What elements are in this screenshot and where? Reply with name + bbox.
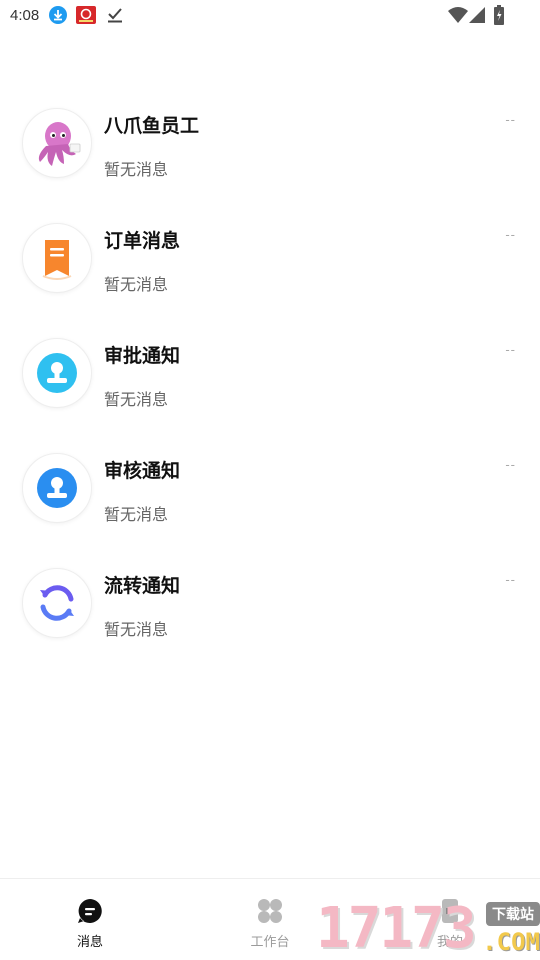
message-preview: 暂无消息 (104, 507, 169, 524)
octopus-avatar (22, 108, 92, 178)
order-receipt-icon (22, 223, 92, 293)
message-item-review[interactable]: 审核通知 暂无消息 -- (0, 431, 540, 546)
approval-stamp-icon (22, 338, 92, 408)
review-stamp-icon (22, 453, 92, 523)
message-item-transfer[interactable]: 流转通知 暂无消息 -- (0, 546, 540, 661)
message-item-octopus-staff[interactable]: 八爪鱼员工 暂无消息 -- (0, 86, 540, 201)
message-title: 八爪鱼员工 (104, 116, 200, 137)
tab-messages[interactable]: 消息 (0, 879, 180, 960)
wifi-icon (448, 6, 468, 24)
message-time: -- (505, 572, 516, 587)
tab-label: 消息 (76, 934, 103, 949)
message-title: 订单消息 (104, 231, 181, 252)
message-item-approval[interactable]: 审批通知 暂无消息 -- (0, 316, 540, 431)
workbench-grid-icon (256, 897, 284, 925)
download-icon (49, 6, 67, 24)
message-title: 流转通知 (104, 576, 181, 597)
message-preview: 暂无消息 (104, 277, 169, 294)
message-time: -- (505, 227, 516, 242)
tab-profile[interactable]: 我的 (360, 879, 540, 960)
message-title: 审核通知 (104, 461, 181, 482)
message-title: 审批通知 (104, 346, 181, 367)
transfer-cycle-icon (22, 568, 92, 638)
message-bubble-icon (76, 897, 104, 925)
tab-label: 我的 (436, 934, 463, 949)
profile-icon (436, 897, 464, 925)
status-bar: 4:08 (0, 0, 540, 32)
message-preview: 暂无消息 (104, 392, 169, 409)
check-download-icon (106, 6, 124, 24)
message-list: 八爪鱼员工 暂无消息 -- 订单消息 暂无消息 -- 审批通知 暂无消息 -- … (0, 86, 540, 661)
tab-label: 工作台 (250, 934, 290, 949)
app-notification-icon (76, 6, 96, 24)
bottom-tab-bar: 消息 工作台 我的 (0, 878, 540, 960)
message-time: -- (505, 457, 516, 472)
tab-workbench[interactable]: 工作台 (180, 879, 360, 960)
message-preview: 暂无消息 (104, 622, 169, 639)
message-item-orders[interactable]: 订单消息 暂无消息 -- (0, 201, 540, 316)
status-time: 4:08 (10, 7, 40, 24)
signal-icon (468, 6, 486, 24)
message-time: -- (505, 112, 516, 127)
message-preview: 暂无消息 (104, 162, 169, 179)
message-time: -- (505, 342, 516, 357)
battery-icon (493, 5, 505, 25)
